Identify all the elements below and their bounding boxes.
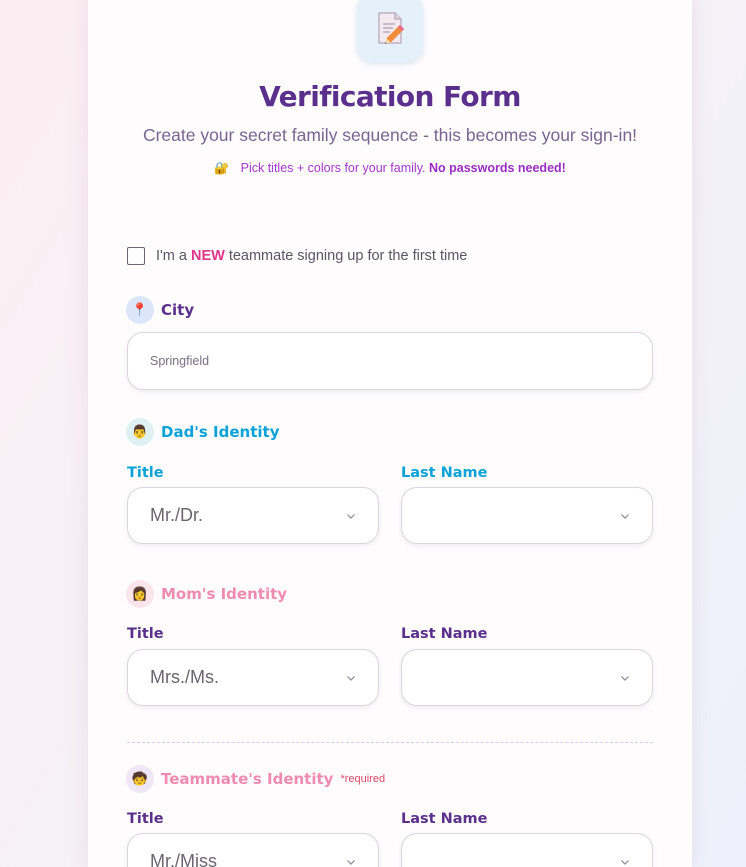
new-teammate-option[interactable]: I'm a NEW teammate signing up for the fi…	[127, 247, 467, 265]
mom-title-value: Mrs./Ms.	[150, 667, 219, 687]
new-teammate-prefix: I'm a	[156, 248, 187, 264]
new-teammate-highlight: NEW	[190, 248, 225, 264]
dad-last-name-select[interactable]	[401, 487, 653, 544]
page-title: Verification Form	[259, 80, 521, 113]
chevron-down-icon	[621, 675, 629, 681]
chevron-down-icon	[347, 859, 355, 865]
mom-last-name-select[interactable]	[401, 649, 653, 706]
teammate-title-select[interactable]: Mr./Miss	[127, 833, 379, 867]
teammate-title-value: Mr./Miss	[150, 851, 217, 867]
mom-heading-label: Mom's Identity	[161, 585, 288, 603]
mom-heading: 👩 Mom's Identity	[126, 580, 287, 608]
mom-last-name-label: Last Name	[401, 626, 488, 642]
page-subtitle: Create your secret family sequence - thi…	[142, 125, 638, 145]
dad-title-select[interactable]: Mr./Dr.	[127, 487, 379, 544]
hint-bold: No passwords needed!	[428, 161, 566, 175]
memo-pencil-icon	[357, 0, 423, 62]
child-face-icon: 🧒	[126, 765, 154, 793]
dad-title-value: Mr./Dr.	[150, 505, 203, 525]
lock-icon: 🔐	[214, 161, 230, 175]
hint-text: 🔐 Pick titles + colors for your family. …	[88, 161, 692, 175]
city-value: Springfield	[150, 354, 210, 368]
chevron-down-icon	[621, 859, 629, 865]
chevron-down-icon	[347, 675, 355, 681]
hint-label: Pick titles + colors for your family.	[240, 161, 426, 175]
form-card: Verification Form Create your secret fam…	[88, 0, 692, 867]
dad-last-name-label: Last Name	[401, 465, 488, 481]
dad-heading: 👨 Dad's Identity	[126, 418, 279, 446]
teammate-last-name-label: Last Name	[401, 811, 488, 827]
dad-title-label: Title	[127, 465, 164, 481]
required-marker: *required	[340, 773, 386, 785]
dad-heading-label: Dad's Identity	[161, 423, 280, 441]
teammate-heading: 🧒 Teammate's Identity *required	[126, 765, 385, 793]
new-teammate-checkbox[interactable]	[127, 247, 145, 265]
city-heading: 📍 City	[126, 296, 194, 324]
teammate-title-label: Title	[127, 811, 164, 827]
mom-title-select[interactable]: Mrs./Ms.	[127, 649, 379, 706]
section-divider	[127, 742, 653, 743]
new-teammate-suffix: teammate signing up for the first time	[228, 248, 468, 264]
city-label: City	[161, 301, 195, 319]
teammate-last-name-select[interactable]	[401, 833, 653, 867]
mom-title-label: Title	[127, 626, 164, 642]
pin-icon: 📍	[126, 296, 154, 324]
woman-face-icon: 👩	[126, 580, 154, 608]
teammate-heading-label: Teammate's Identity	[161, 770, 334, 788]
chevron-down-icon	[621, 513, 629, 519]
man-face-icon: 👨	[126, 418, 154, 446]
chevron-down-icon	[347, 513, 355, 519]
city-input[interactable]: Springfield	[127, 332, 653, 390]
